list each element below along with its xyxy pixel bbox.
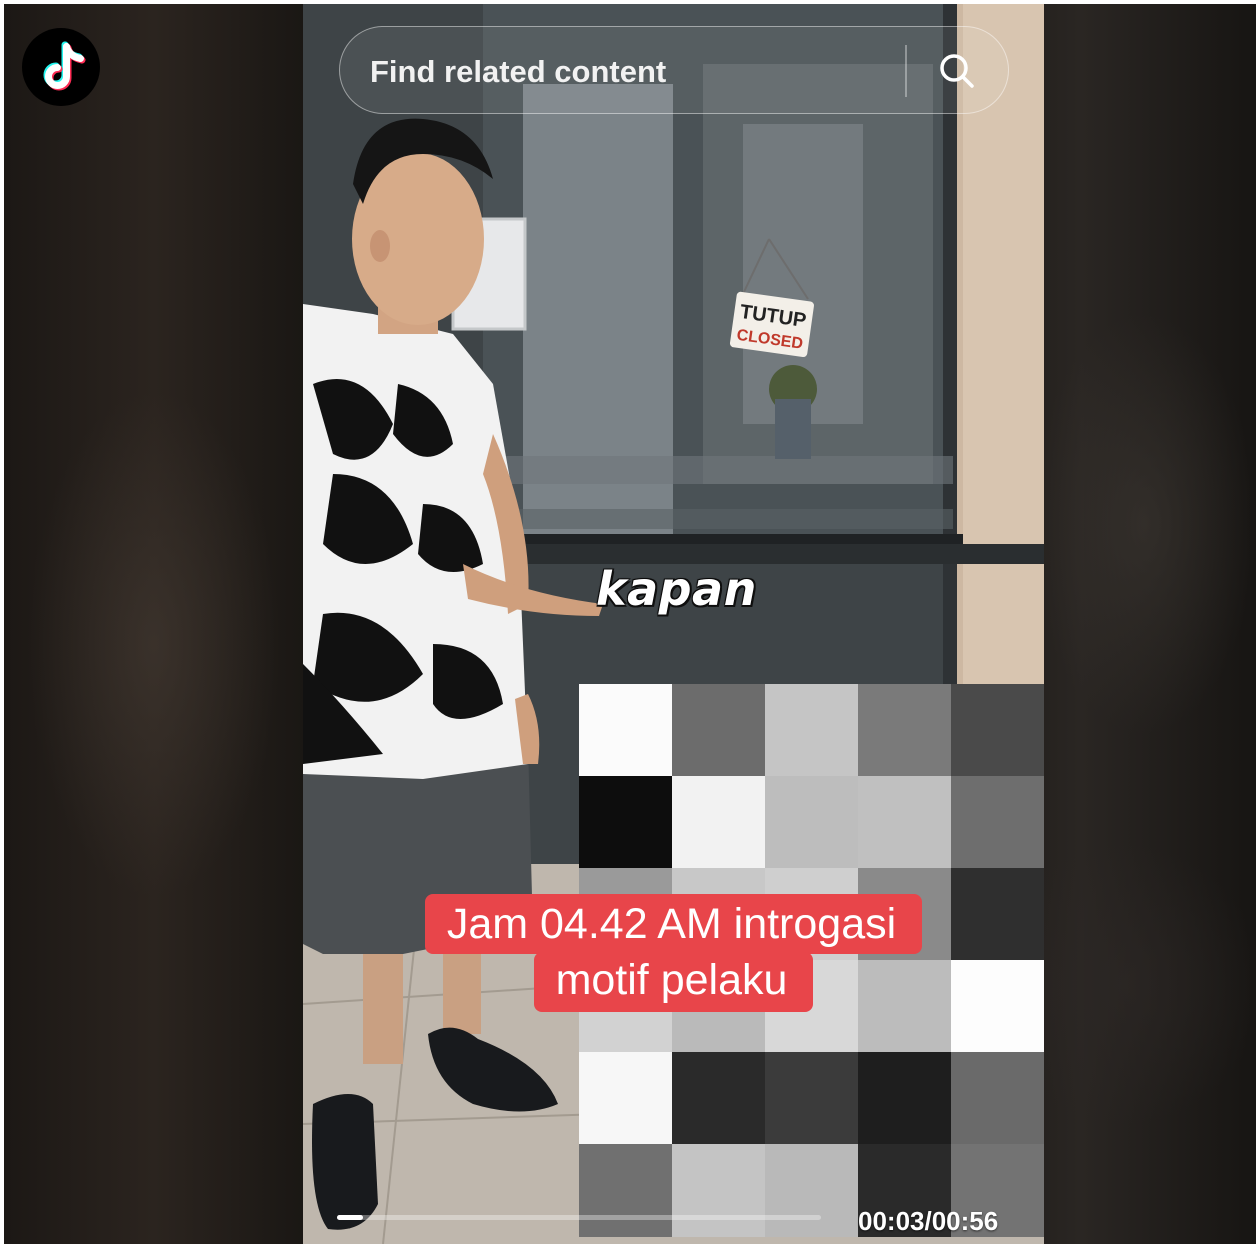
video-sticker-text: kapan bbox=[596, 562, 757, 616]
mosaic-tile bbox=[765, 776, 858, 869]
mosaic-tile bbox=[672, 1052, 765, 1145]
progress-bar[interactable] bbox=[337, 1215, 821, 1220]
mosaic-tile bbox=[672, 684, 765, 777]
tiktok-logo-icon[interactable] bbox=[22, 28, 100, 106]
mosaic-tile bbox=[951, 1052, 1044, 1145]
mosaic-tile bbox=[765, 1144, 858, 1237]
search-divider bbox=[905, 45, 907, 97]
mosaic-tile bbox=[579, 776, 672, 869]
video-player[interactable]: TUTUP CLOSED Find related content kapan … bbox=[303, 4, 1044, 1244]
mosaic-tile bbox=[765, 1052, 858, 1145]
caption-line-2: motif pelaku bbox=[533, 952, 814, 1012]
progress-fill bbox=[337, 1215, 363, 1220]
time-display: 00:03/00:56 bbox=[858, 1206, 999, 1236]
app-frame: TUTUP CLOSED Find related content kapan … bbox=[4, 4, 1256, 1244]
mosaic-tile bbox=[579, 1144, 672, 1237]
search-bar[interactable] bbox=[339, 26, 1009, 114]
mosaic-tile bbox=[858, 684, 951, 777]
mosaic-tile bbox=[672, 776, 765, 869]
caption-line-1: Jam 04.42 AM introgasi bbox=[424, 894, 923, 954]
mosaic-tile bbox=[579, 1052, 672, 1145]
video-caption: Jam 04.42 AM introgasi motif pelaku bbox=[303, 894, 1044, 1012]
search-button[interactable] bbox=[928, 45, 986, 97]
mosaic-tile bbox=[672, 1144, 765, 1237]
mosaic-tile bbox=[951, 684, 1044, 777]
mosaic-tile bbox=[579, 684, 672, 777]
mosaic-tile bbox=[951, 776, 1044, 869]
mosaic-tile bbox=[858, 776, 951, 869]
search-icon bbox=[940, 54, 974, 88]
mosaic-tile bbox=[858, 1052, 951, 1145]
mosaic-tile bbox=[765, 684, 858, 777]
search-input[interactable] bbox=[368, 53, 892, 91]
